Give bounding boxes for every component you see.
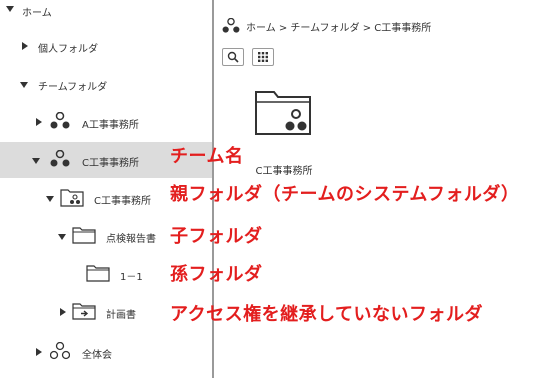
search-icon (227, 51, 239, 63)
annotation-parent-folder: 親フォルダ（チームのシステムフォルダ） (170, 184, 520, 205)
annotation-team-name: チーム名 (170, 146, 244, 167)
tree-item-label: ホーム (22, 8, 52, 19)
search-button[interactable] (222, 48, 244, 66)
team-icon (50, 112, 70, 129)
tree-item-label: 全体会 (82, 350, 112, 361)
annotation-grandchild-folder: 孫フォルダ (170, 264, 263, 285)
expand-caret-icon[interactable] (6, 6, 14, 12)
expand-caret-icon[interactable] (46, 196, 54, 202)
breadcrumb-path[interactable]: ホーム > チームフォルダ > C工事事務所 (246, 19, 431, 34)
expand-caret-icon[interactable] (20, 82, 28, 88)
team-outline-icon (50, 342, 70, 360)
annotation-child-folder: 子フォルダ (170, 226, 263, 247)
tree-item-all-members[interactable]: 全体会 (0, 334, 212, 370)
team-icon (222, 18, 240, 33)
tree-item-home[interactable]: ホーム (0, 0, 212, 28)
tree-item-label: チームフォルダ (38, 82, 108, 93)
collapse-caret-icon[interactable] (60, 308, 66, 316)
collapse-caret-icon[interactable] (22, 42, 28, 50)
tree-item-label: C工事事務所 (82, 158, 139, 169)
no-inherit-folder-icon (72, 303, 96, 320)
breadcrumb: ホーム > チームフォルダ > C工事事務所 (222, 16, 431, 36)
collapse-caret-icon[interactable] (36, 118, 42, 126)
tree-item-team-a[interactable]: A工事事務所 (0, 104, 212, 140)
grid-icon (258, 52, 268, 62)
collapse-caret-icon[interactable] (36, 348, 42, 356)
tree-item-label: 個人フォルダ (38, 44, 98, 55)
tree-item-label: C工事事務所 (94, 196, 151, 207)
tree-item-team-folder[interactable]: チームフォルダ (0, 66, 212, 102)
annotation-no-inherit-folder: アクセス権を継承していないフォルダ (170, 304, 484, 325)
tree-item-label: A工事事務所 (82, 120, 139, 131)
team-folder-large-icon (255, 91, 311, 135)
tree-item-personal-folder[interactable]: 個人フォルダ (0, 28, 212, 64)
folder-tile-label: C工事事務所 (255, 166, 313, 177)
tree-item-label: 1－1 (120, 272, 143, 283)
expand-caret-icon[interactable] (58, 234, 66, 240)
tree-item-label: 計画書 (106, 310, 136, 321)
folder-icon (86, 265, 110, 282)
expand-caret-icon[interactable] (32, 158, 40, 164)
team-folder-icon (60, 189, 84, 207)
grid-view-button[interactable] (252, 48, 274, 66)
folder-icon (72, 227, 96, 244)
team-icon (50, 150, 70, 167)
tree-item-label: 点検報告書 (106, 234, 156, 245)
